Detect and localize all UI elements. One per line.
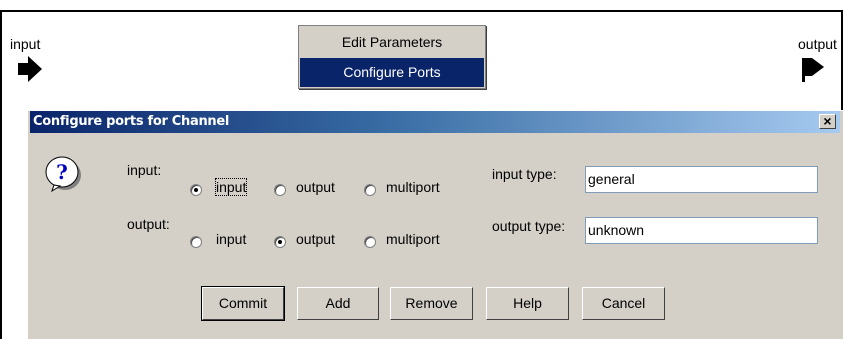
menu-item-edit-parameters[interactable]: Edit Parameters bbox=[300, 28, 484, 57]
input-row-radio-output[interactable] bbox=[274, 184, 286, 196]
output-row-radio-input-label[interactable]: input bbox=[216, 231, 246, 247]
input-type-field[interactable]: general bbox=[585, 166, 818, 193]
output-type-field[interactable]: unknown bbox=[585, 217, 818, 244]
add-button[interactable]: Add bbox=[297, 287, 379, 320]
commit-button[interactable]: Commit bbox=[201, 286, 285, 321]
input-row-radio-input[interactable] bbox=[190, 184, 202, 196]
output-row-radio-multiport[interactable] bbox=[364, 236, 376, 248]
remove-button[interactable]: Remove bbox=[390, 287, 473, 320]
help-button[interactable]: Help bbox=[486, 287, 569, 320]
close-button[interactable]: × bbox=[819, 114, 836, 129]
dialog-titlebar[interactable]: Configure ports for Channel × bbox=[30, 111, 840, 133]
input-port-row-label: input: bbox=[127, 162, 162, 178]
input-type-label: input type: bbox=[492, 166, 557, 182]
input-row-radio-multiport-label[interactable]: multiport bbox=[386, 179, 440, 195]
input-row-radio-output-label[interactable]: output bbox=[296, 179, 335, 195]
input-row-radio-multiport[interactable] bbox=[364, 184, 376, 196]
output-port-label: output bbox=[798, 36, 837, 52]
output-port-arrow-icon[interactable] bbox=[802, 58, 826, 82]
menu-item-configure-ports[interactable]: Configure Ports bbox=[300, 58, 484, 87]
output-row-radio-multiport-label[interactable]: multiport bbox=[386, 231, 440, 247]
question-icon: ? bbox=[45, 156, 81, 193]
input-port-arrow-icon[interactable] bbox=[18, 56, 46, 82]
svg-text:?: ? bbox=[56, 160, 68, 184]
input-port-label: input bbox=[10, 36, 41, 52]
output-row-radio-output[interactable] bbox=[274, 236, 286, 248]
input-row-radio-input-label[interactable]: input bbox=[214, 178, 248, 196]
configure-ports-dialog: Configure ports for Channel × ? input: i… bbox=[27, 110, 843, 339]
output-row-radio-output-label[interactable]: output bbox=[296, 231, 335, 247]
context-menu: Edit Parameters Configure Ports bbox=[298, 25, 486, 89]
output-row-radio-input[interactable] bbox=[190, 236, 202, 248]
close-icon: × bbox=[823, 113, 832, 129]
cancel-button[interactable]: Cancel bbox=[582, 287, 665, 320]
output-type-label: output type: bbox=[492, 218, 566, 234]
dialog-title: Configure ports for Channel bbox=[33, 114, 230, 129]
output-port-row-label: output: bbox=[127, 216, 170, 232]
